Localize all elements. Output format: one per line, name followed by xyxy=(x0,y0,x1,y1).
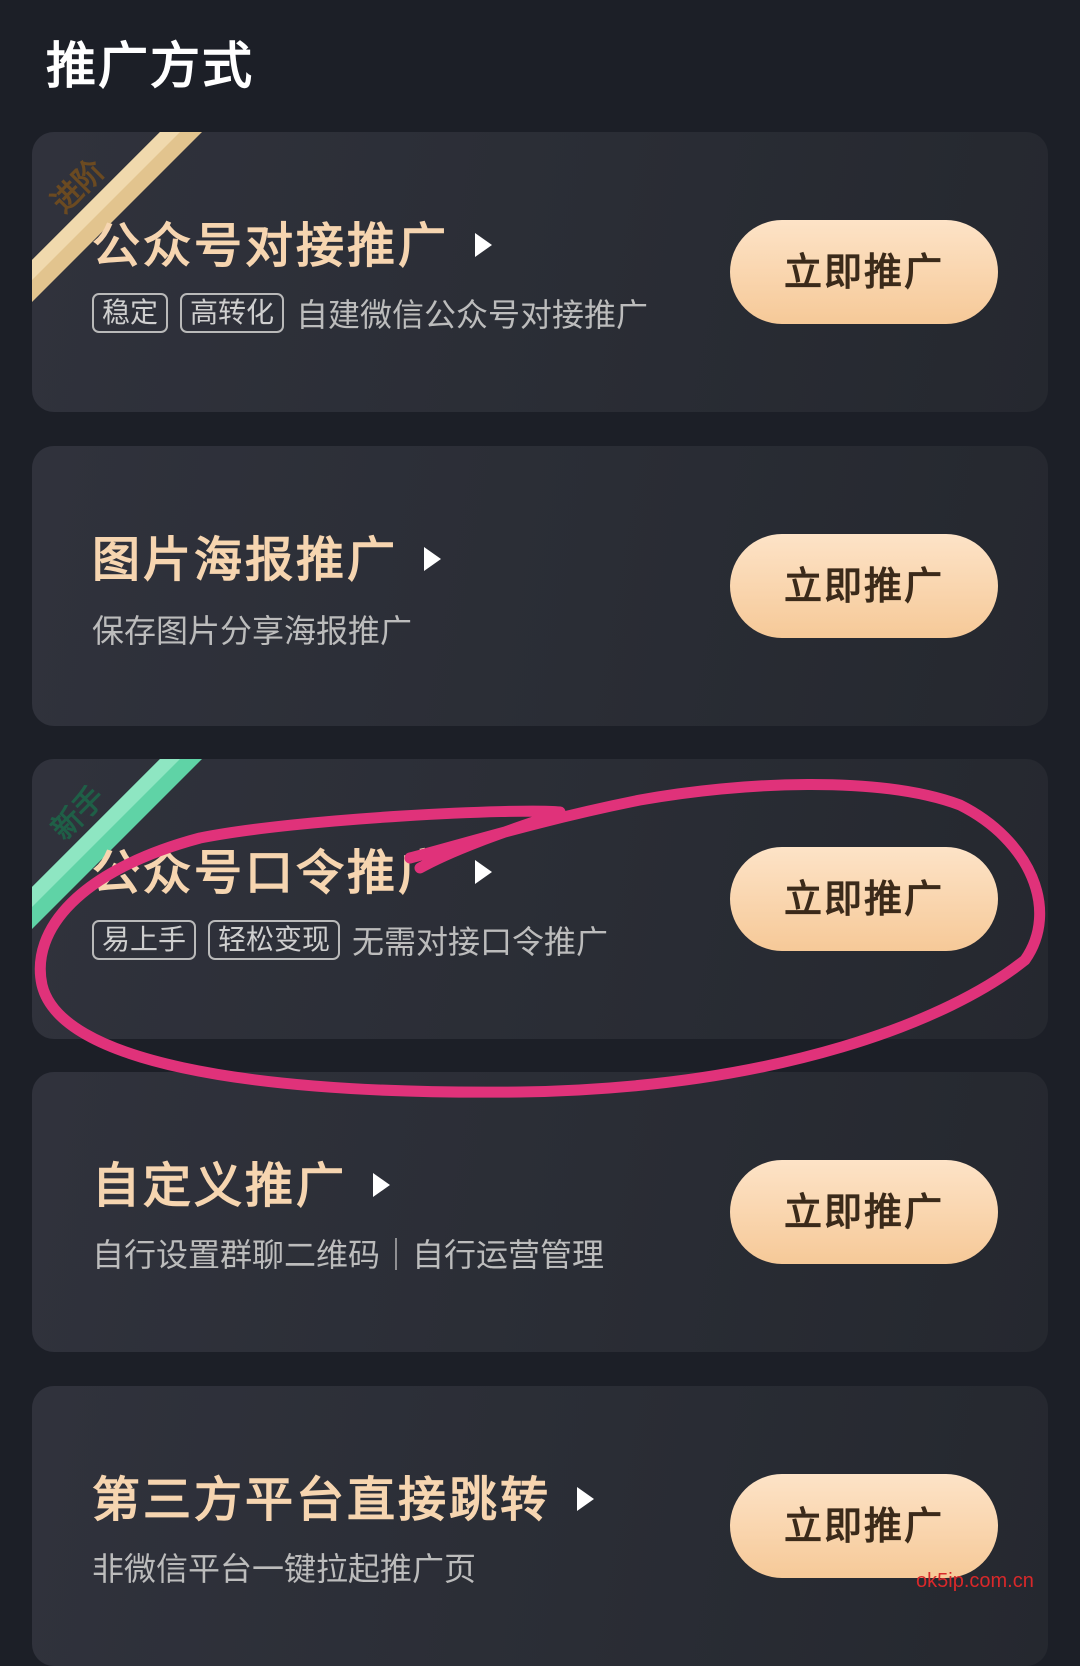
card-description: 稳定 高转化 自建微信公众号对接推广 xyxy=(92,290,648,336)
card-desc-text: 非微信平台一键拉起推广页 xyxy=(92,1550,477,1588)
card-desc-text: 保存图片分享海报推广 xyxy=(92,612,413,650)
card-title-text: 自定义推广 xyxy=(92,1158,348,1214)
tag-stable: 稳定 xyxy=(92,293,169,333)
card-desc-text: 自行设置群聊二维码｜自行运营管理 xyxy=(92,1236,605,1274)
card-title-text: 公众号对接推广 xyxy=(92,218,450,274)
card-title[interactable]: 公众号口令推广 xyxy=(92,833,493,903)
card-title[interactable]: 公众号对接推广 xyxy=(92,206,493,276)
play-arrow-icon xyxy=(475,860,493,884)
page-title: 推广方式 xyxy=(46,37,254,95)
card-third-party-redirect[interactable]: 第三方平台直接跳转 非微信平台一键拉起推广页 立即推广 xyxy=(32,1386,1048,1666)
card-title[interactable]: 第三方平台直接跳转 xyxy=(92,1460,595,1530)
card-custom-promotion[interactable]: 自定义推广 自行设置群聊二维码｜自行运营管理 立即推广 xyxy=(32,1072,1048,1352)
tag-high-conversion: 高转化 xyxy=(180,293,285,333)
card-image-poster[interactable]: 图片海报推广 保存图片分享海报推广 立即推广 xyxy=(32,446,1048,726)
card-desc-text: 自建微信公众号对接推广 xyxy=(296,296,649,334)
promote-now-button[interactable]: 立即推广 xyxy=(730,1474,998,1578)
play-arrow-icon xyxy=(577,1487,595,1511)
promote-now-button[interactable]: 立即推广 xyxy=(730,534,998,638)
card-desc-text: 无需对接口令推广 xyxy=(352,923,609,961)
promote-now-button[interactable]: 立即推广 xyxy=(730,1160,998,1264)
promote-now-button[interactable]: 立即推广 xyxy=(730,847,998,951)
card-description: 易上手 轻松变现 无需对接口令推广 xyxy=(92,917,608,963)
card-description: 自行设置群聊二维码｜自行运营管理 xyxy=(92,1230,604,1276)
play-arrow-icon xyxy=(373,1173,391,1197)
card-title[interactable]: 自定义推广 xyxy=(92,1146,391,1216)
card-title-text: 公众号口令推广 xyxy=(92,845,450,901)
card-title-text: 第三方平台直接跳转 xyxy=(92,1472,552,1528)
card-title[interactable]: 图片海报推广 xyxy=(92,520,442,590)
tag-easy-monetize: 轻松变现 xyxy=(208,920,341,960)
play-arrow-icon xyxy=(424,547,442,571)
watermark: ok5ip.com.cn xyxy=(916,1570,1034,1592)
promote-now-button[interactable]: 立即推广 xyxy=(730,220,998,324)
card-official-account-integration[interactable]: 进阶 公众号对接推广 稳定 高转化 自建微信公众号对接推广 立即推广 xyxy=(32,132,1048,412)
card-description: 非微信平台一键拉起推广页 xyxy=(92,1544,476,1590)
card-official-account-passcode[interactable]: 新手 公众号口令推广 易上手 轻松变现 无需对接口令推广 立即推广 xyxy=(32,759,1048,1039)
play-arrow-icon xyxy=(475,233,493,257)
card-description: 保存图片分享海报推广 xyxy=(92,606,412,652)
tag-easy-start: 易上手 xyxy=(92,920,197,960)
card-title-text: 图片海报推广 xyxy=(92,532,399,588)
